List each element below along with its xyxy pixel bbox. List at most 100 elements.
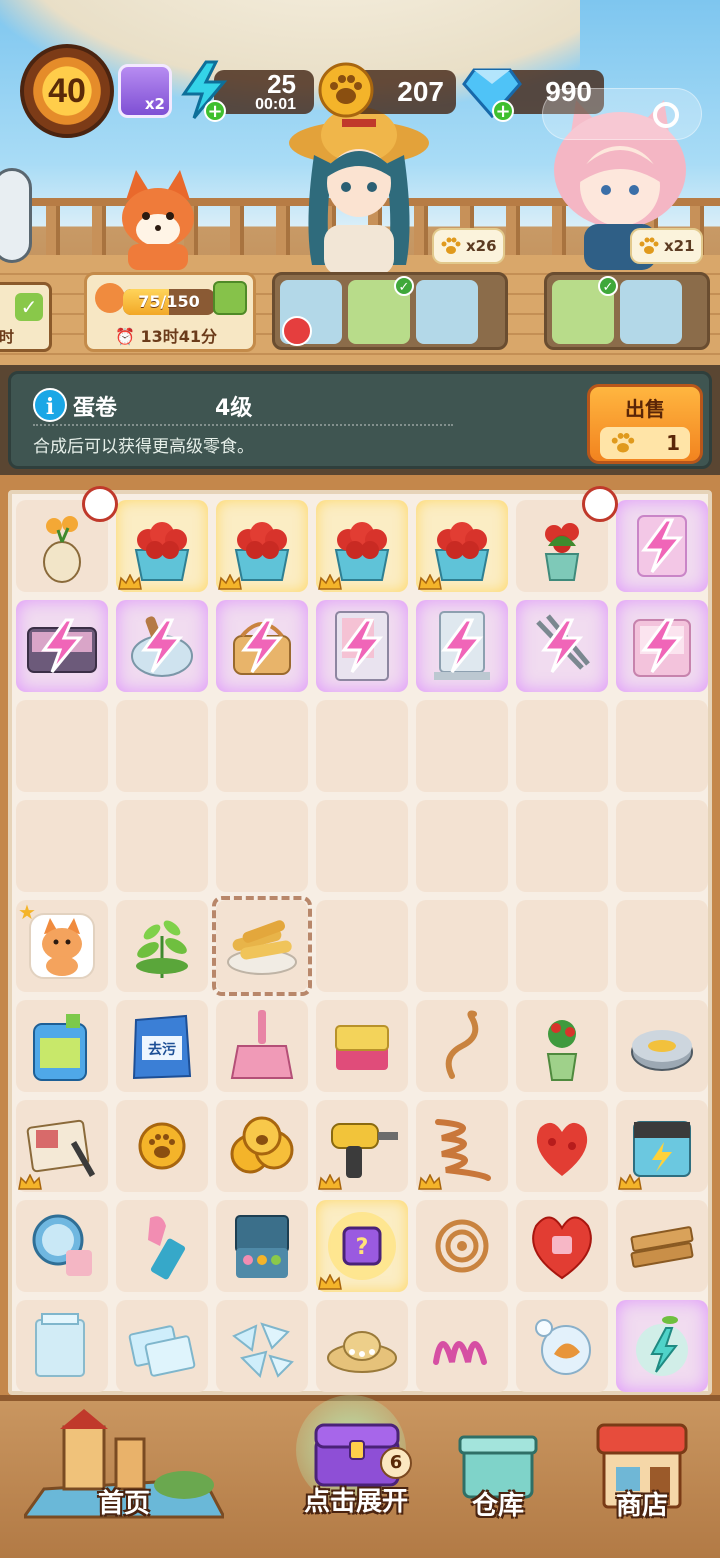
spring-coil-icon[interactable] — [422, 1306, 502, 1386]
board-cell[interactable] — [216, 600, 308, 692]
board-cell[interactable]: 去污 — [116, 1000, 208, 1092]
board-cell-empty[interactable] — [416, 700, 508, 792]
lipstick-icon[interactable] — [122, 1206, 202, 1286]
order-item-chocolate[interactable]: ✓ — [552, 276, 618, 344]
board-cell[interactable] — [416, 500, 508, 592]
detergent-jug-icon[interactable] — [22, 1006, 102, 1086]
green-plant-icon[interactable] — [122, 906, 202, 986]
menu-ring-icon[interactable] — [653, 102, 679, 128]
board-cell[interactable] — [416, 1300, 508, 1392]
nav-shop[interactable]: 商店 — [586, 1401, 698, 1558]
board-cell[interactable] — [316, 1000, 408, 1092]
board-cell[interactable] — [516, 1000, 608, 1092]
nav-home[interactable]: 首页 — [14, 1401, 234, 1558]
board-cell[interactable] — [416, 1200, 508, 1292]
board-cell[interactable]: ★ — [16, 900, 108, 992]
dustpan-icon[interactable] — [222, 1006, 302, 1086]
board-cell[interactable]: ? — [316, 1200, 408, 1292]
wire-coil-icon[interactable] — [422, 1206, 502, 1286]
board-cell[interactable] — [516, 600, 608, 692]
order-item-toothpaste-set[interactable] — [416, 280, 478, 344]
board-cell[interactable] — [216, 1000, 308, 1092]
board-cell[interactable] — [216, 1100, 308, 1192]
nav-expand[interactable]: 6 点击展开 — [276, 1395, 436, 1558]
board-cell-empty[interactable] — [316, 700, 408, 792]
board-cell-empty[interactable] — [316, 800, 408, 892]
board-cell-empty[interactable] — [416, 900, 508, 992]
completed-order-card[interactable]: ✓ 时 — [0, 282, 52, 352]
board-cell[interactable] — [116, 900, 208, 992]
board-cell[interactable] — [16, 600, 108, 692]
board-cell[interactable] — [416, 600, 508, 692]
board-cell[interactable] — [16, 1100, 108, 1192]
glass-box-icon[interactable] — [22, 1306, 102, 1386]
compact-mirror-icon[interactable] — [22, 1206, 102, 1286]
wooden-planks-icon[interactable] — [622, 1206, 702, 1286]
board-cell[interactable] — [416, 1000, 508, 1092]
board-cell[interactable] — [616, 500, 708, 592]
board-cell[interactable] — [616, 1000, 708, 1092]
board-cell-empty[interactable] — [116, 800, 208, 892]
board-cell[interactable] — [216, 1300, 308, 1392]
board-cell-empty[interactable] — [516, 800, 608, 892]
board-cell-empty[interactable] — [616, 900, 708, 992]
board-cell-empty[interactable] — [16, 700, 108, 792]
board-cell[interactable] — [616, 1100, 708, 1192]
energy-add-icon[interactable]: + — [204, 100, 226, 122]
board-cell[interactable] — [516, 1100, 608, 1192]
straw-hat-icon[interactable] — [322, 1306, 402, 1386]
board-cell[interactable] — [116, 600, 208, 692]
board-cell[interactable] — [16, 1200, 108, 1292]
info-icon[interactable]: i — [33, 388, 67, 422]
nav-warehouse[interactable]: 仓库 — [448, 1401, 548, 1558]
diamond-add-icon[interactable]: + — [492, 100, 514, 122]
player-level-badge[interactable]: 40 — [20, 44, 114, 138]
board-cell-empty[interactable] — [416, 800, 508, 892]
rose-heart-icon[interactable] — [522, 1206, 602, 1286]
energy-multiplier-button[interactable]: x2 — [118, 64, 172, 118]
board-cell[interactable] — [616, 1300, 708, 1392]
paw-coins-pile-icon[interactable] — [222, 1106, 302, 1186]
board-cell-empty[interactable] — [316, 900, 408, 992]
board-cell[interactable] — [516, 1300, 608, 1392]
mini-program-menu[interactable] — [542, 88, 702, 140]
energy-sprout-icon[interactable] — [622, 1306, 702, 1386]
board-cell[interactable] — [116, 1200, 208, 1292]
eyeshadow-palette-icon[interactable] — [222, 1206, 302, 1286]
board-cell[interactable] — [16, 1000, 108, 1092]
board-cell[interactable] — [316, 600, 408, 692]
rose-petals-icon[interactable] — [522, 1106, 602, 1186]
order-item-cleaner-spray[interactable]: ✓ — [348, 276, 414, 344]
paw-coin-single-icon[interactable] — [122, 1106, 202, 1186]
board-cell[interactable] — [216, 1200, 308, 1292]
rope-icon[interactable] — [422, 1006, 502, 1086]
board-cell-empty[interactable] — [116, 700, 208, 792]
glass-panes-icon[interactable] — [122, 1306, 202, 1386]
board-cell-empty[interactable] — [516, 700, 608, 792]
broken-glass-icon[interactable] — [222, 1306, 302, 1386]
board-cell[interactable] — [316, 1100, 408, 1192]
shopping-cart-icon[interactable] — [282, 316, 312, 346]
board-cell[interactable] — [16, 1300, 108, 1392]
potted-plant-icon[interactable] — [522, 1006, 602, 1086]
glass-orb-icon[interactable] — [522, 1306, 602, 1386]
board-cell[interactable] — [116, 1100, 208, 1192]
board-cell-empty[interactable] — [216, 700, 308, 792]
board-cell-empty[interactable] — [516, 900, 608, 992]
board-cell[interactable] — [616, 1200, 708, 1292]
board-cell[interactable] — [516, 1200, 608, 1292]
board-cell[interactable] — [316, 1300, 408, 1392]
board-cell-empty[interactable] — [216, 800, 308, 892]
fox-event-card[interactable]: 75/150 ⏰ 13时41分 — [84, 272, 256, 352]
board-cell-empty[interactable] — [616, 800, 708, 892]
gift-box-icon[interactable] — [213, 281, 247, 315]
fox-character[interactable] — [108, 170, 208, 270]
board-cell[interactable] — [116, 1300, 208, 1392]
customer-girl-hat[interactable] — [284, 105, 434, 275]
order-item-cup-snack[interactable] — [620, 280, 682, 344]
sell-button[interactable]: 出售 1 — [587, 384, 703, 464]
board-cell-empty[interactable] — [616, 700, 708, 792]
board-cell[interactable] — [316, 500, 408, 592]
board-cell[interactable] — [416, 1100, 508, 1192]
board-cell-empty[interactable] — [16, 800, 108, 892]
